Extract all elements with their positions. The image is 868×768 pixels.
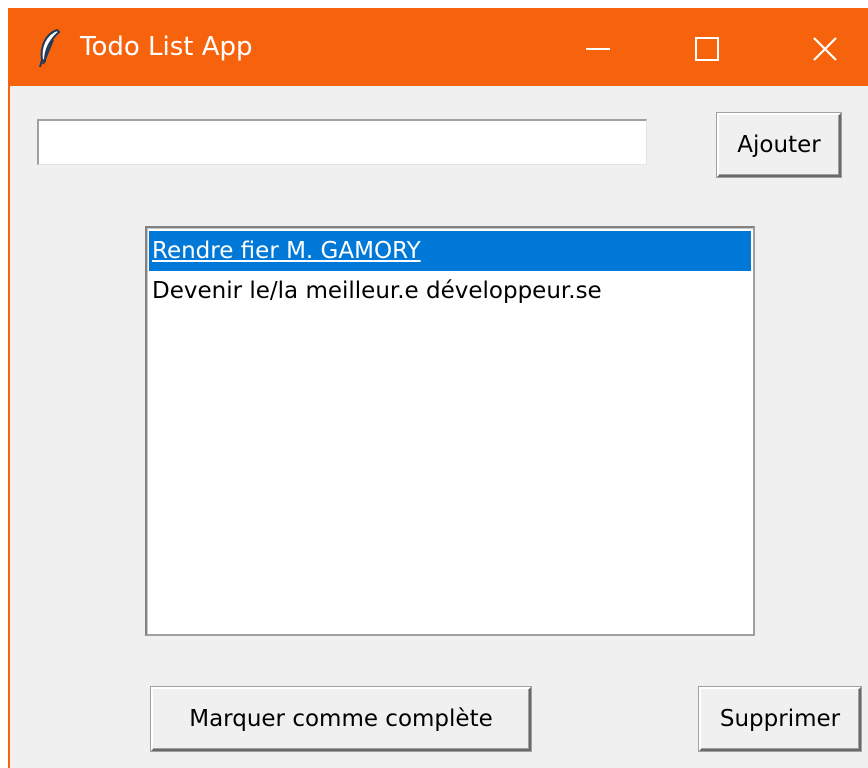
title-bar[interactable]: Todo List App [8, 8, 868, 86]
list-item-label: Rendre fier M. GAMORY [152, 238, 421, 264]
maximize-icon [695, 37, 719, 61]
task-input[interactable] [37, 119, 647, 165]
add-button-label: Ajouter [737, 132, 821, 158]
mark-complete-button[interactable]: Marquer comme complète [151, 687, 531, 751]
close-icon [813, 37, 837, 61]
list-item[interactable]: Devenir le/la meilleur.e développeur.se [149, 271, 751, 311]
list-item-label: Devenir le/la meilleur.e développeur.se [152, 278, 602, 304]
add-button[interactable]: Ajouter [717, 113, 841, 177]
feather-icon [36, 28, 62, 68]
window-title: Todo List App [80, 32, 253, 62]
close-button[interactable] [760, 8, 868, 86]
minimize-icon [586, 48, 610, 50]
mark-complete-label: Marquer comme complète [189, 706, 493, 732]
delete-button[interactable]: Supprimer [699, 687, 861, 751]
delete-button-label: Supprimer [719, 706, 841, 732]
app-window: Todo List App Ajouter Rendre fier M. GAM… [8, 8, 868, 768]
maximize-button[interactable] [652, 8, 762, 86]
list-item[interactable]: Rendre fier M. GAMORY [149, 231, 751, 271]
minimize-button[interactable] [542, 8, 652, 86]
task-listbox[interactable]: Rendre fier M. GAMORY Devenir le/la meil… [145, 226, 755, 636]
